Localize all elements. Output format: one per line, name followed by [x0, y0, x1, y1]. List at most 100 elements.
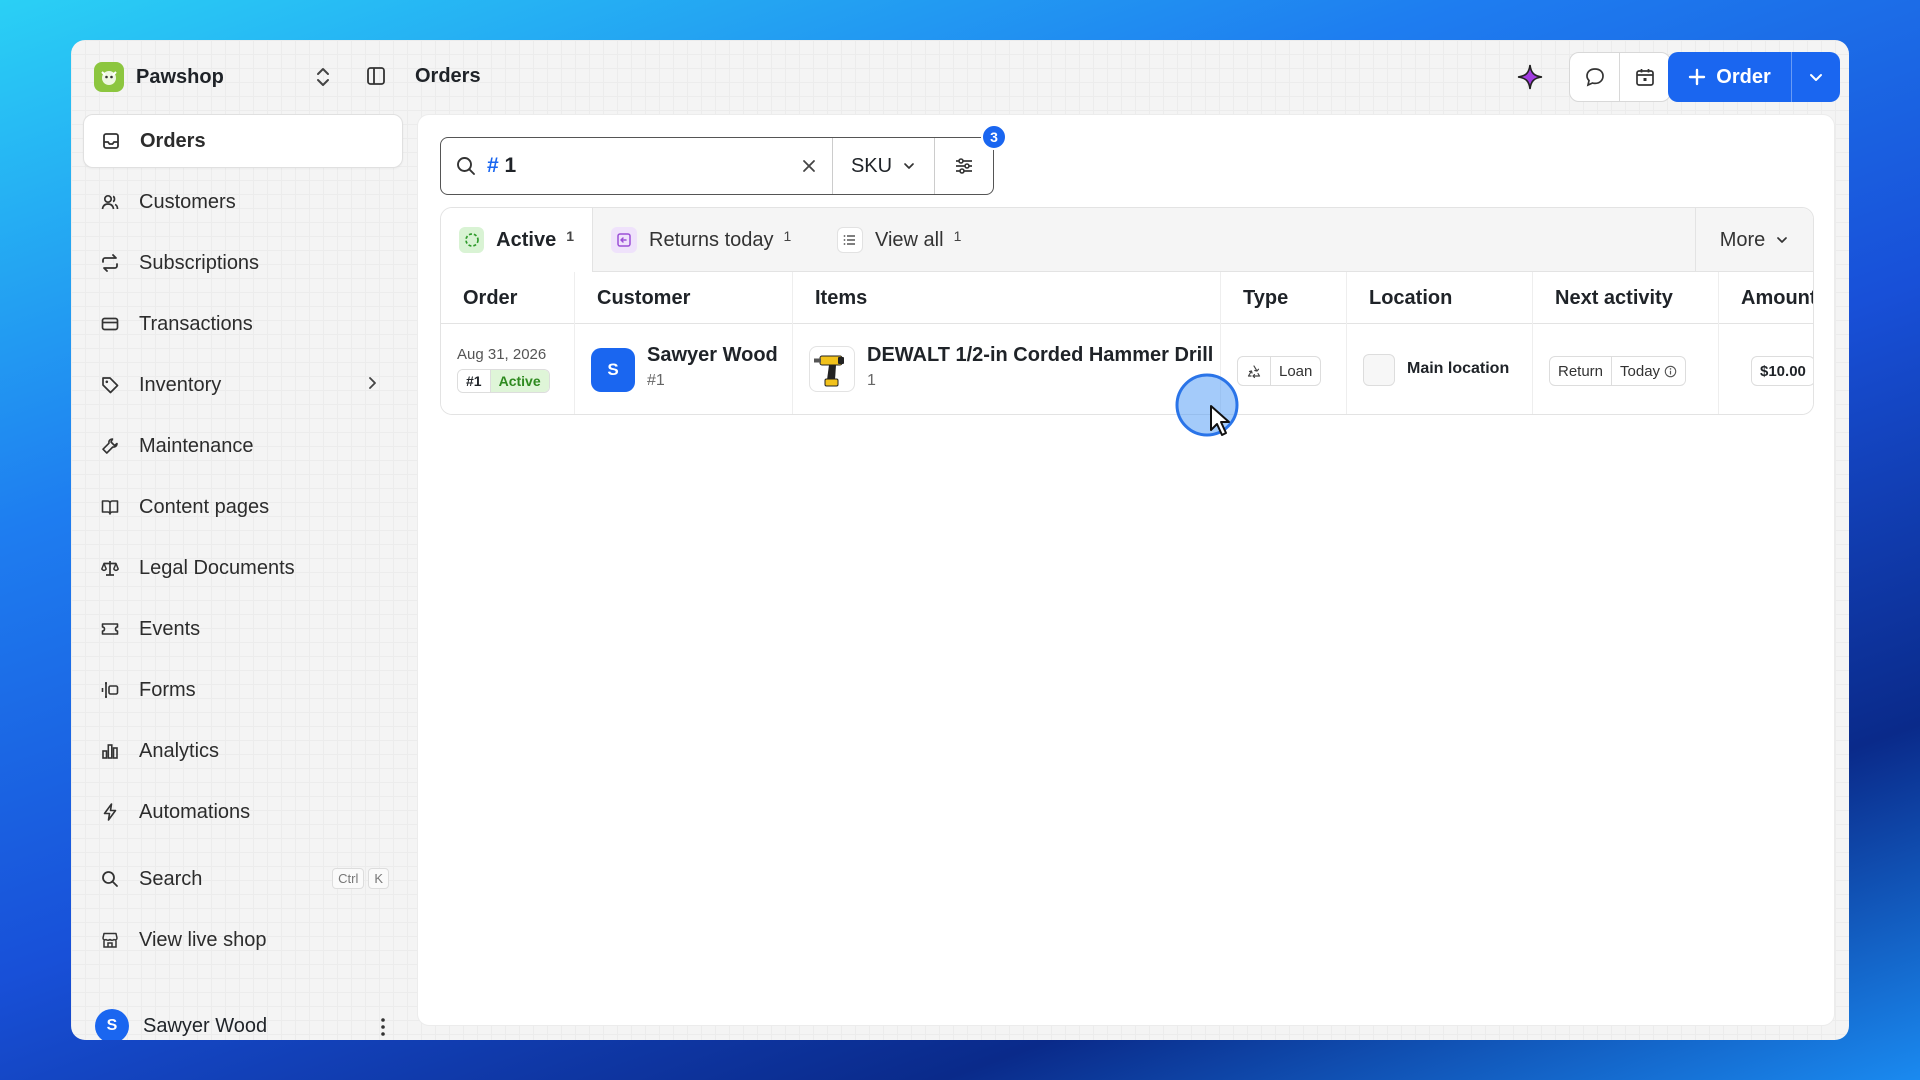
- sliders-icon: [956, 158, 972, 174]
- sidebar-item-analytics[interactable]: Analytics: [83, 724, 403, 778]
- sidebar-item-content-pages[interactable]: Content pages: [83, 480, 403, 534]
- item-name[interactable]: DEWALT 1/2-in Corded Hammer Drill: [867, 344, 1213, 367]
- cell-next-activity: Return Today: [1533, 324, 1719, 414]
- view-tab-count: 1: [566, 228, 574, 244]
- sidebar-search[interactable]: Search Ctrl K: [83, 852, 403, 906]
- more-vertical-icon[interactable]: [373, 1016, 393, 1038]
- view-tab-label: View all: [875, 228, 944, 251]
- sidebar-item-maintenance[interactable]: Maintenance: [83, 419, 403, 473]
- user-profile[interactable]: S Sawyer Wood: [95, 1009, 267, 1040]
- sidebar-item-label: Legal Documents: [139, 556, 295, 579]
- new-order-button: Order: [1668, 52, 1840, 102]
- next-activity-badge: Return Today: [1549, 356, 1687, 386]
- view-tab-returns-today[interactable]: Returns today 1: [593, 208, 809, 272]
- view-tab-view-all[interactable]: View all 1: [819, 208, 979, 272]
- status-badge: Active: [490, 370, 549, 392]
- header-icon-buttons: [1569, 52, 1671, 102]
- return-icon: [611, 227, 637, 253]
- ai-sparkle-icon[interactable]: [1515, 62, 1545, 92]
- repeat-icon: [99, 252, 121, 274]
- column-header-customer[interactable]: Customer: [575, 272, 793, 324]
- chat-bubble-icon: [1585, 68, 1604, 87]
- column-header-next-activity[interactable]: Next activity: [1533, 272, 1719, 324]
- sidebar-item-label: Maintenance: [139, 434, 254, 457]
- cell-order: Aug 31, 2026 #1 Active: [441, 324, 575, 414]
- order-dropdown-button[interactable]: [1792, 52, 1840, 102]
- view-live-shop-label: View live shop: [139, 928, 267, 951]
- order-search-bar: # 1 SKU 3: [440, 124, 1007, 195]
- chevron-up-down-icon[interactable]: [311, 64, 335, 90]
- chat-button[interactable]: [1570, 53, 1620, 101]
- ticket-icon: [99, 618, 121, 640]
- sidebar-item-label: Orders: [140, 129, 206, 152]
- item-quantity: 1: [867, 372, 876, 389]
- customer-number: #1: [647, 372, 665, 389]
- cell-items: DEWALT 1/2-in Corded Hammer Drill 1: [793, 324, 1221, 414]
- column-header-items[interactable]: Items: [793, 272, 1221, 324]
- add-order-button[interactable]: Order: [1668, 52, 1792, 102]
- search-scope-select[interactable]: SKU: [833, 138, 935, 194]
- sidebar-search-label: Search: [139, 867, 203, 890]
- workspace-switcher[interactable]: Pawshop: [94, 62, 224, 92]
- view-tab-active[interactable]: Active 1: [441, 208, 593, 272]
- view-tab-label: Returns today: [649, 228, 774, 251]
- sidebar-toggle-icon[interactable]: [365, 65, 387, 87]
- workspace-name: Pawshop: [136, 65, 224, 88]
- table-row[interactable]: Aug 31, 2026 #1 Active S Sawyer Wood #1 …: [441, 324, 1813, 414]
- search-input[interactable]: # 1: [441, 138, 833, 194]
- sidebar-item-orders[interactable]: Orders: [83, 114, 403, 168]
- inbox-icon: [100, 130, 122, 152]
- search-text: 1: [504, 154, 517, 177]
- sidebar-item-customers[interactable]: Customers: [83, 175, 403, 229]
- calendar-button[interactable]: [1620, 53, 1670, 101]
- chevron-down-icon: [904, 163, 914, 169]
- sidebar-item-inventory[interactable]: Inventory: [83, 358, 403, 412]
- clear-icon[interactable]: [800, 157, 818, 175]
- sidebar-item-label: Transactions: [139, 312, 253, 335]
- customer-name[interactable]: Sawyer Wood: [647, 344, 778, 367]
- sidebar-view-live-shop[interactable]: View live shop: [83, 913, 403, 967]
- view-tab-count: 1: [953, 228, 962, 244]
- wrench-icon: [99, 435, 121, 457]
- column-header-type[interactable]: Type: [1221, 272, 1347, 324]
- sidebar-item-transactions[interactable]: Transactions: [83, 297, 403, 351]
- filters-button[interactable]: 3: [935, 124, 1007, 194]
- next-activity-label: Return: [1558, 362, 1604, 380]
- chevron-down-icon: [1810, 74, 1822, 81]
- sidebar-item-subscriptions[interactable]: Subscriptions: [83, 236, 403, 290]
- saved-views-bar: Active 1 Returns today 1 View all 1 More: [441, 208, 1813, 272]
- column-header-amount[interactable]: Amount: [1719, 272, 1813, 324]
- order-number: #1: [458, 370, 491, 392]
- sidebar-item-legal-documents[interactable]: Legal Documents: [83, 541, 403, 595]
- more-views-button[interactable]: More: [1695, 208, 1813, 272]
- order-button-label: Order: [1716, 65, 1771, 88]
- kbd-k: K: [368, 868, 389, 889]
- chevron-right-icon: [363, 374, 381, 398]
- search-icon: [457, 157, 475, 175]
- cell-customer: S Sawyer Wood #1: [575, 324, 793, 414]
- type-label: Loan: [1270, 357, 1320, 385]
- list-icon: [837, 227, 863, 253]
- sidebar-item-events[interactable]: Events: [83, 602, 403, 656]
- column-header-location[interactable]: Location: [1347, 272, 1533, 324]
- view-tab-label: Active: [496, 228, 557, 251]
- sidebar-item-label: Automations: [139, 800, 251, 823]
- type-badge: Loan: [1237, 356, 1322, 386]
- user-name: Sawyer Wood: [143, 1014, 268, 1037]
- form-icon: [99, 679, 121, 701]
- amount-badge: $10.00: [1751, 356, 1813, 386]
- chevron-down-icon: [1777, 237, 1788, 243]
- sidebar-item-forms[interactable]: Forms: [83, 663, 403, 717]
- orders-table: Active 1 Returns today 1 View all 1 More: [440, 207, 1814, 415]
- sidebar-item-label: Subscriptions: [139, 251, 260, 274]
- sidebar-item-label: Forms: [139, 678, 196, 701]
- sidebar-item-automations[interactable]: Automations: [83, 785, 403, 839]
- filter-count-badge: 3: [981, 124, 1007, 150]
- search-icon: [99, 868, 121, 890]
- info-icon: [1664, 365, 1677, 377]
- order-chips: #1 Active: [457, 369, 550, 393]
- column-header-order[interactable]: Order: [441, 272, 575, 324]
- tag-icon: [99, 374, 121, 396]
- bolt-icon: [99, 801, 121, 823]
- search-value: # 1: [487, 154, 790, 178]
